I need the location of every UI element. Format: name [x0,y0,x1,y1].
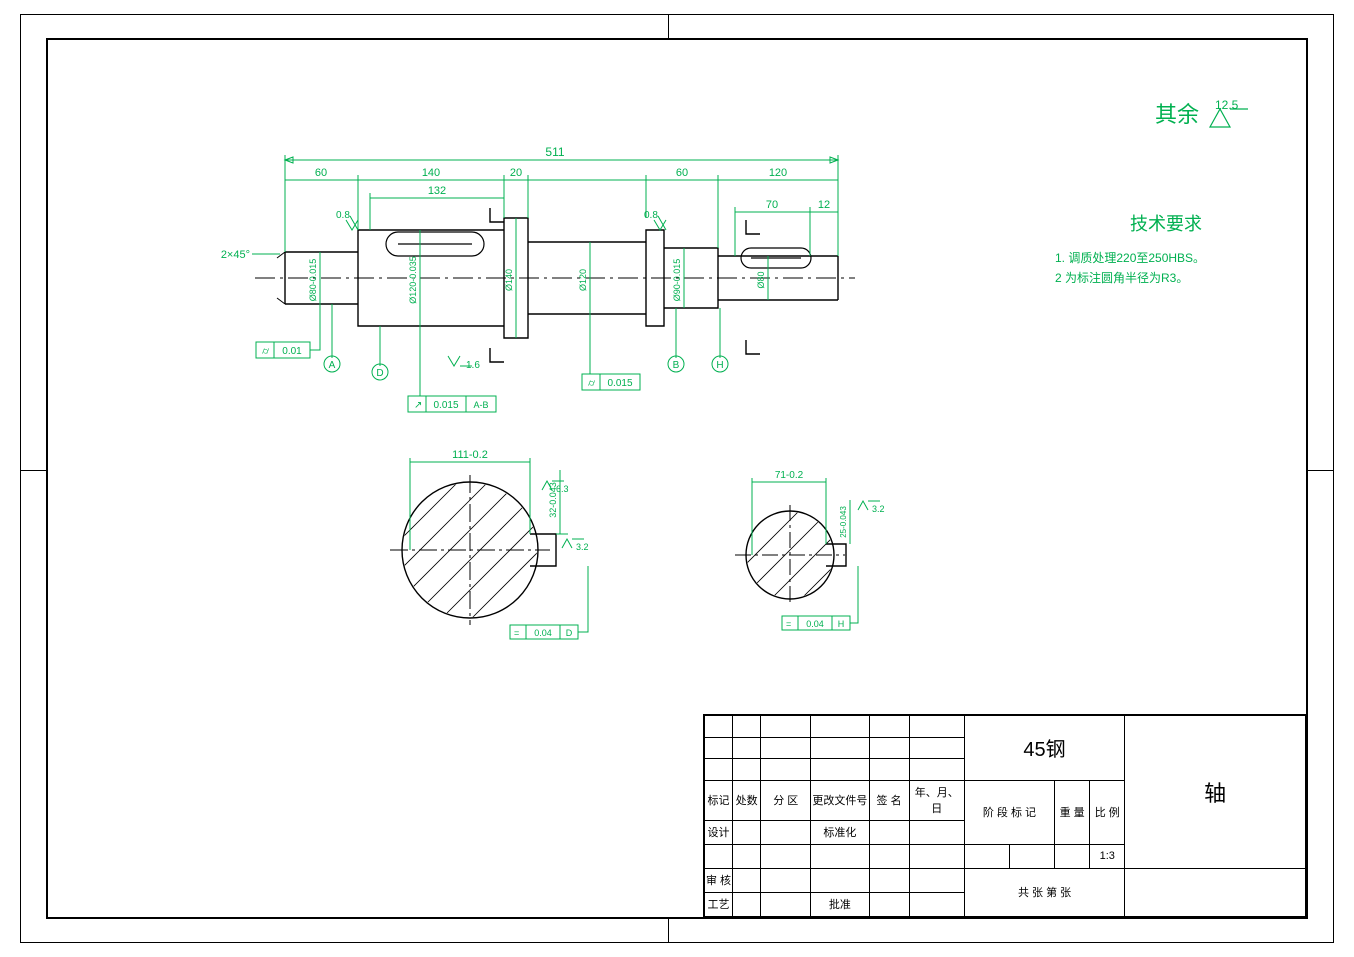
surface-prefix: 其余 [1155,102,1199,127]
dim-132: 132 [428,185,446,197]
datum-D: D [372,326,388,380]
ra-08b: 0.8 [644,210,658,221]
svg-text:=: = [786,619,791,629]
gtol-0.015-cyl: ⌭ 0.015 [582,314,640,390]
svg-text:H: H [838,619,845,629]
dim-70: 70 [766,199,778,211]
svg-text:D: D [566,628,573,638]
svg-text:B: B [673,360,680,371]
gtol-0.015-runout: ↗ 0.015 A-B [408,326,496,412]
tech-line2: 2 为标注圆角半径为R3。 [1055,270,1188,285]
datum-H: H [712,308,728,372]
gtol-0.01: ⌭ 0.01 [256,304,320,358]
dia-3: Ø140 [504,269,514,291]
svg-text:0.015: 0.015 [433,400,458,411]
svg-text:6.3: 6.3 [556,484,569,494]
svg-text:0.04: 0.04 [534,628,552,638]
dim-60b: 60 [676,167,688,179]
tech-line1: 1. 调质处理220至250HBS。 [1055,251,1205,265]
svg-text:3.2: 3.2 [576,542,589,552]
section-2: 71-0.2 25-0.043 3.2 = 0.04 H [700,450,890,640]
dim-60a: 60 [315,167,327,179]
section-1: 111-0.2 32-0.043 6.3 3.2 = 0.04 D [350,390,655,695]
dim-overall: 511 [545,145,564,159]
svg-text:⌭: ⌭ [588,378,596,389]
svg-text:A-B: A-B [473,400,488,410]
surface-roughness: 12.5 [1215,98,1239,112]
svg-text:0.015: 0.015 [607,378,632,389]
svg-text:25-0.043: 25-0.043 [839,506,848,538]
svg-text:3.2: 3.2 [872,504,885,514]
svg-text:=: = [514,628,519,638]
ra-16: 1.6 [466,360,480,371]
dim-chamfer: 2×45° [221,249,250,261]
dia-6: Ø80 [756,271,766,288]
svg-text:71-0.2: 71-0.2 [775,470,804,481]
svg-text:0.04: 0.04 [806,619,824,629]
datum-A: A [324,304,340,372]
dim-140: 140 [422,167,440,179]
dim-20: 20 [510,167,522,179]
dim-120: 120 [769,167,787,179]
dia-1: Ø80-0.015 [308,259,318,302]
dim-12: 12 [818,199,830,211]
svg-text:⌭: ⌭ [262,346,270,357]
dia-4: Ø120 [578,269,588,291]
dia-2: Ø120-0.035 [408,256,418,304]
ra-08a: 0.8 [336,210,350,221]
svg-text:↗: ↗ [414,400,422,411]
title-block: 45钢 轴 标记处数 分 区更改文件号 签 名年、月、日 阶 段 标 记 重 量… [703,714,1306,917]
svg-text:H: H [716,360,723,371]
dia-5: Ø90-0.015 [672,259,682,302]
tech-title: 技术要求 [1130,214,1202,234]
svg-text:A: A [329,360,336,371]
svg-text:0.01: 0.01 [282,346,302,357]
part-name: 轴 [1125,716,1306,869]
svg-text:111-0.2: 111-0.2 [452,449,488,461]
material: 45钢 [964,716,1125,781]
svg-text:D: D [376,368,383,379]
datum-B: B [668,308,684,372]
